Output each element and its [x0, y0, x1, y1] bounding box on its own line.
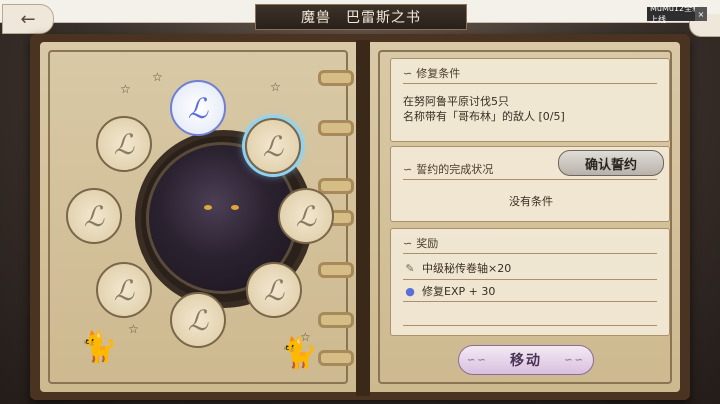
reward-header: ∽ 奖励	[403, 235, 438, 251]
back-button[interactable]: ←	[2, 4, 54, 34]
binder-ring	[318, 70, 354, 86]
seal-top-right[interactable]: ℒ	[245, 118, 301, 174]
pledge-status-header: ∽ 誓约的完成状况	[403, 161, 493, 177]
page-title: 魔兽 巴雷斯之书	[255, 4, 467, 30]
binder-ring	[318, 262, 354, 278]
move-button[interactable]: ∽∽ 移动 ∽∽	[458, 345, 594, 375]
binder-ring	[318, 312, 354, 328]
reward-item-label: 修复EXP + 30	[422, 285, 496, 298]
divider	[403, 325, 657, 326]
confirm-pledge-button[interactable]: 确认誓约	[558, 150, 664, 176]
cat-silhouette: 🐈	[280, 336, 318, 371]
close-icon[interactable]: ×	[695, 7, 707, 21]
move-button-label: 移动	[510, 353, 542, 369]
reward-title: 奖励	[416, 237, 439, 250]
boss-eye	[204, 205, 212, 210]
seal-top[interactable]: ℒ	[170, 80, 226, 136]
reward-item[interactable]: ✎ 中级秘传卷轴×20	[402, 260, 511, 276]
star-ornament: ☆	[152, 70, 163, 84]
flourish-icon: ∽	[403, 162, 413, 176]
back-arrow-icon: ←	[20, 8, 36, 30]
seal-right[interactable]: ℒ	[278, 188, 334, 244]
star-ornament: ☆	[128, 322, 139, 336]
star-ornament: ☆	[270, 80, 281, 94]
seal-bottom-right[interactable]: ℒ	[246, 262, 302, 318]
seal-top-left[interactable]: ℒ	[96, 116, 152, 172]
scroll-icon: ✎	[405, 261, 415, 275]
pledge-status-text: 没有条件	[509, 195, 553, 208]
flourish-icon: ∽∽	[564, 355, 585, 366]
divider	[403, 301, 657, 302]
flourish-icon: ∽∽	[467, 355, 488, 366]
repair-condition-header: ∽ 修复条件	[403, 65, 460, 81]
repair-condition-panel: ∽ 修复条件 在努阿鲁平原讨伐5只 名称带有「哥布林」的敌人 [0/5]	[390, 58, 670, 142]
binder-ring	[318, 120, 354, 136]
boss-eye	[231, 205, 239, 210]
divider	[403, 83, 657, 84]
seal-bottom[interactable]: ℒ	[170, 292, 226, 348]
repair-condition-line1: 在努阿鲁平原讨伐5只	[403, 95, 509, 108]
divider	[403, 179, 657, 180]
cat-silhouette: 🐈	[80, 330, 118, 365]
reward-item[interactable]: ● 修复EXP + 30	[402, 283, 495, 299]
binder-ring	[318, 350, 354, 366]
repair-condition-line2: 名称带有「哥布林」的敌人 [0/5]	[403, 110, 565, 123]
seal-left[interactable]: ℒ	[66, 188, 122, 244]
reward-panel: ∽ 奖励	[390, 228, 670, 336]
pledge-status-title: 誓约的完成状况	[416, 163, 494, 176]
blue-flame-icon: ●	[405, 284, 415, 298]
book-spine	[356, 40, 370, 396]
flourish-icon: ∽	[403, 66, 413, 80]
repair-condition-title: 修复条件	[416, 67, 461, 80]
emulator-badge[interactable]: MuMu12全新上线 ×	[647, 4, 707, 24]
divider	[403, 253, 657, 254]
divider	[403, 279, 657, 280]
star-ornament: ☆	[120, 82, 131, 96]
binder-ring	[318, 178, 354, 194]
seal-bottom-left[interactable]: ℒ	[96, 262, 152, 318]
flourish-icon: ∽	[403, 236, 413, 250]
reward-item-label: 中级秘传卷轴×20	[422, 262, 512, 275]
